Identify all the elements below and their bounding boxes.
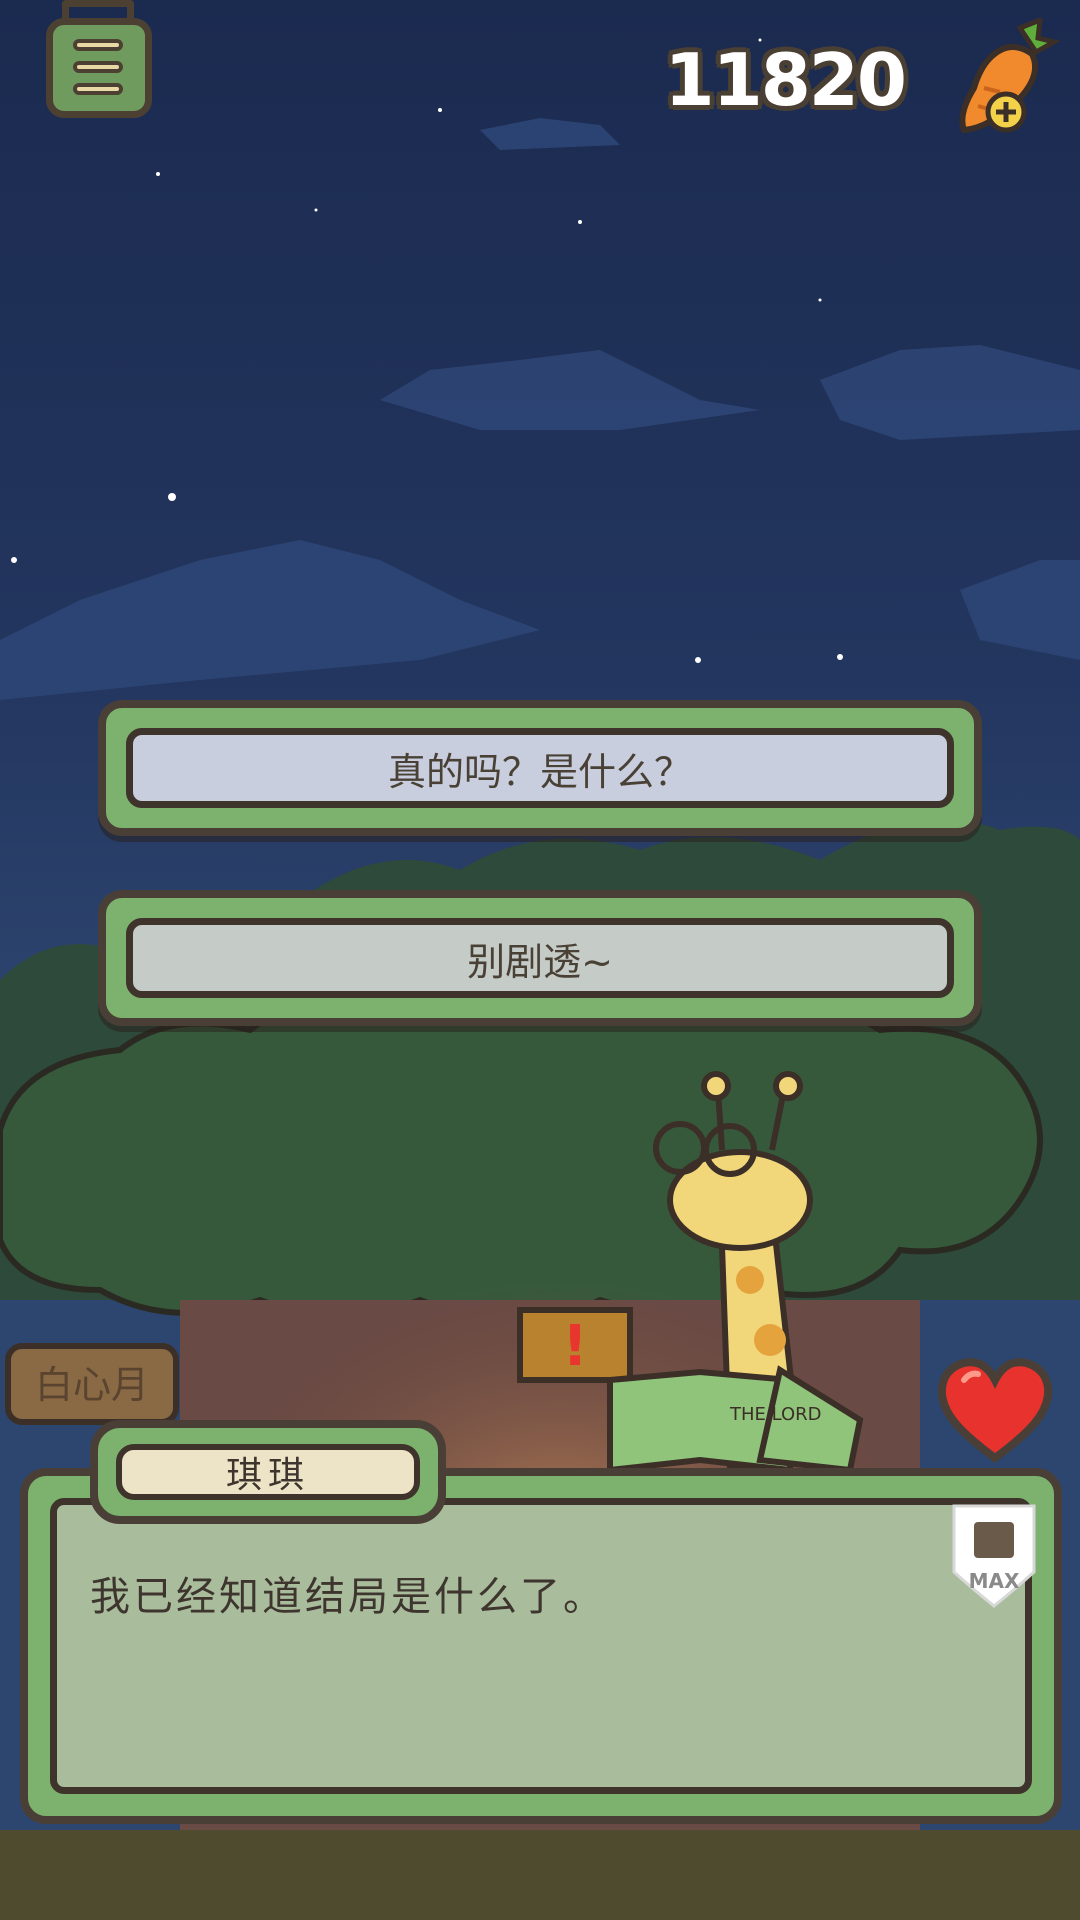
svg-text:!: ! (562, 1314, 588, 1379)
tree-canopy (0, 974, 1043, 1323)
heart-icon (937, 1358, 1053, 1463)
svg-text:白心月: 白心月 (35, 1363, 149, 1407)
carrot-count: 11820 (664, 38, 907, 122)
speaker-name: 琪琪 (116, 1444, 420, 1500)
max-badge-label: MAX (969, 1569, 1020, 1593)
heart-button[interactable] (930, 1350, 1060, 1470)
max-badge: MAX (944, 1498, 1044, 1610)
menu-button[interactable] (46, 18, 152, 118)
book-title: THE LORD (729, 1404, 822, 1425)
choice-button-2[interactable]: 别剧透~ (98, 890, 982, 1026)
speaker-name-tab: 琪琪 (90, 1420, 446, 1524)
dialogue-text: 我已经知道结局是什么了。 (90, 1574, 606, 1620)
shop-sign: 白心月 (5, 1343, 179, 1425)
ground (0, 1830, 1080, 1920)
choice-label-1: 真的吗？是什么？ (126, 728, 954, 808)
choice-label-2: 别剧透~ (126, 918, 954, 998)
dialogue-panel (50, 1498, 1032, 1794)
add-carrots-button[interactable] (950, 16, 1061, 138)
choice-button-1[interactable]: 真的吗？是什么？ (98, 700, 982, 836)
carrot-add-icon (959, 16, 1061, 134)
